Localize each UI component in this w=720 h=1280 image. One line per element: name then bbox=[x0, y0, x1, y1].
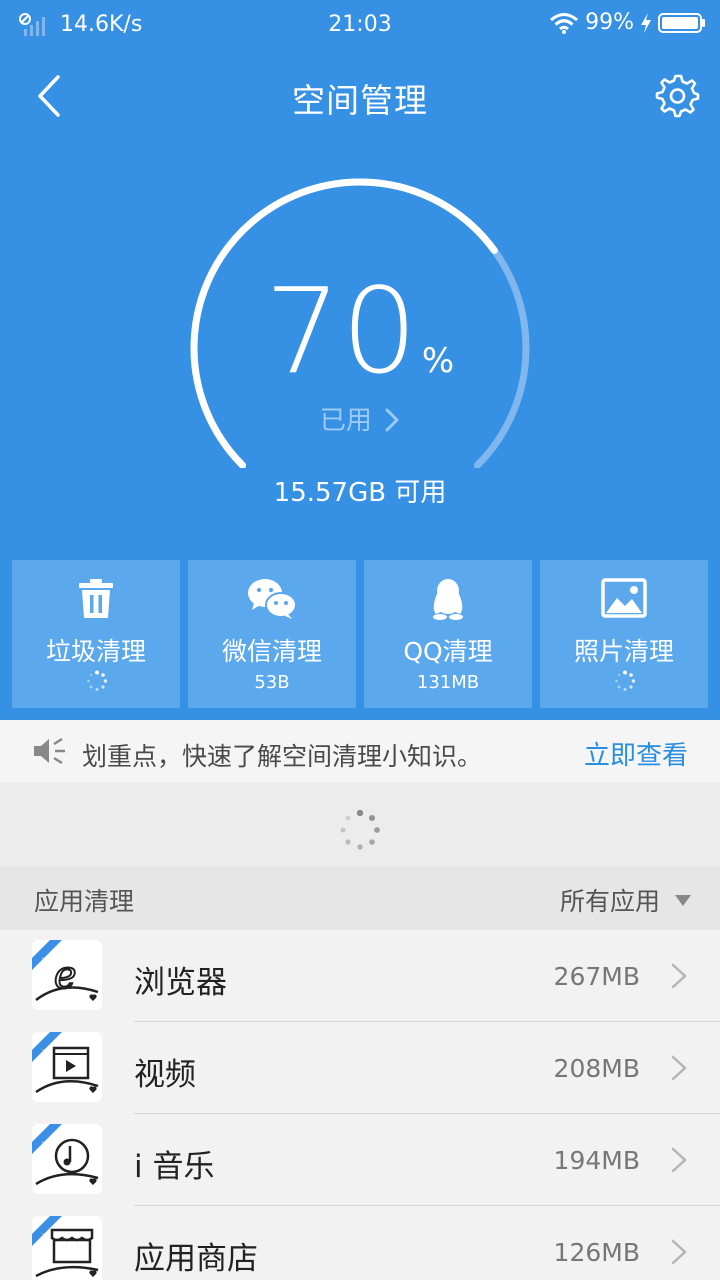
app-cleanup-header: 应用清理 所有应用 bbox=[0, 866, 720, 930]
tile-size: 131MB bbox=[416, 672, 480, 693]
tile-label: 垃圾清理 bbox=[45, 637, 146, 666]
qq-penguin-icon bbox=[433, 579, 463, 620]
app-filter-dropdown[interactable]: 所有应用 bbox=[560, 882, 692, 918]
used-label: 已用 bbox=[319, 406, 372, 436]
status-bar: 14.6K/s 21:03 99% bbox=[0, 0, 720, 50]
tile-icon-wrap bbox=[364, 578, 532, 620]
store-icon: vivo bbox=[32, 1216, 102, 1280]
app-row-music[interactable]: vivo i 音乐 194MB bbox=[0, 1114, 720, 1206]
filter-label: 所有应用 bbox=[559, 887, 660, 916]
app-size: 267MB bbox=[553, 962, 640, 991]
available-space: 15.57GB 可用 bbox=[273, 478, 447, 508]
trash-icon bbox=[79, 579, 113, 618]
app-size: 126MB bbox=[553, 1238, 640, 1267]
cleanup-tiles: 垃圾清理 微信清理 53B QQ清理 131MB 照片清理 bbox=[12, 560, 708, 708]
tile-photo-cleanup[interactable]: 照片清理 bbox=[540, 560, 708, 708]
battery-icon bbox=[658, 12, 705, 33]
tile-size: 53B bbox=[254, 672, 290, 693]
charging-icon bbox=[641, 12, 651, 33]
tip-bar: 划重点，快速了解空间清理小知识。 立即查看 bbox=[0, 720, 720, 782]
page-title: 空间管理 bbox=[292, 81, 428, 120]
tile-wechat-cleanup[interactable]: 微信清理 53B bbox=[188, 560, 356, 708]
chevron-right-icon bbox=[671, 1055, 687, 1081]
chevron-right-icon bbox=[671, 963, 687, 989]
app-row-video[interactable]: vivo 视频 208MB bbox=[0, 1022, 720, 1114]
app-name: 浏览器 bbox=[134, 965, 227, 1001]
video-app-icon: vivo bbox=[32, 1032, 102, 1102]
app-size: 208MB bbox=[553, 1054, 640, 1083]
tile-label: QQ清理 bbox=[403, 637, 493, 666]
gear-icon bbox=[655, 74, 700, 118]
loading-spinner-icon bbox=[615, 670, 636, 691]
tile-icon-wrap bbox=[12, 578, 180, 620]
browser-app-icon: vivo e bbox=[32, 940, 102, 1010]
wechat-icon bbox=[248, 579, 297, 619]
tile-junk-cleanup[interactable]: 垃圾清理 bbox=[12, 560, 180, 708]
app-store-app-icon: vivo bbox=[32, 1216, 102, 1280]
loading-spinner-icon bbox=[87, 670, 108, 691]
video-icon: vivo bbox=[32, 1032, 102, 1102]
percent-sign: % bbox=[421, 341, 455, 381]
music-icon: vivo bbox=[32, 1124, 102, 1194]
app-row-browser[interactable]: vivo e 浏览器 267MB bbox=[0, 930, 720, 1022]
browser-icon: vivo e bbox=[32, 940, 102, 1010]
wifi-icon bbox=[550, 12, 579, 34]
loading-spinner-icon bbox=[340, 809, 380, 850]
tile-icon-wrap bbox=[188, 578, 356, 620]
app-name: i 音乐 bbox=[134, 1149, 215, 1185]
tip-text: 划重点，快速了解空间清理小知识。 bbox=[82, 742, 483, 771]
app-row-app-store[interactable]: vivo 应用商店 126MB bbox=[0, 1206, 720, 1280]
chevron-right-icon bbox=[385, 408, 399, 432]
tile-label: 微信清理 bbox=[221, 637, 322, 666]
app-name: 应用商店 bbox=[134, 1241, 258, 1277]
tile-label: 照片清理 bbox=[573, 637, 674, 666]
chevron-right-icon bbox=[671, 1147, 687, 1173]
section-title: 应用清理 bbox=[34, 887, 135, 916]
chevron-right-icon bbox=[671, 1239, 687, 1265]
tile-icon-wrap bbox=[540, 578, 708, 620]
app-list: vivo e 浏览器 267MB vivo 视频 208MB vivo i 音乐… bbox=[0, 930, 720, 1280]
settings-button[interactable] bbox=[654, 72, 700, 118]
music-app-icon: vivo bbox=[32, 1124, 102, 1194]
battery-percent: 99% bbox=[585, 10, 634, 35]
view-now-link[interactable]: 立即查看 bbox=[584, 735, 688, 772]
speaker-icon bbox=[34, 737, 65, 765]
percent-value: 70 bbox=[264, 262, 418, 400]
used-details-link[interactable]: 已用 bbox=[0, 400, 720, 437]
app-name: 视频 bbox=[134, 1057, 196, 1093]
dropdown-triangle-icon bbox=[675, 895, 691, 906]
title-bar: 空间管理 bbox=[0, 58, 720, 134]
photo-icon bbox=[601, 578, 647, 618]
app-size: 194MB bbox=[553, 1146, 640, 1175]
status-right: 99% bbox=[549, 10, 706, 35]
tile-qq-cleanup[interactable]: QQ清理 131MB bbox=[364, 560, 532, 708]
used-percentage: 70% bbox=[0, 272, 720, 390]
